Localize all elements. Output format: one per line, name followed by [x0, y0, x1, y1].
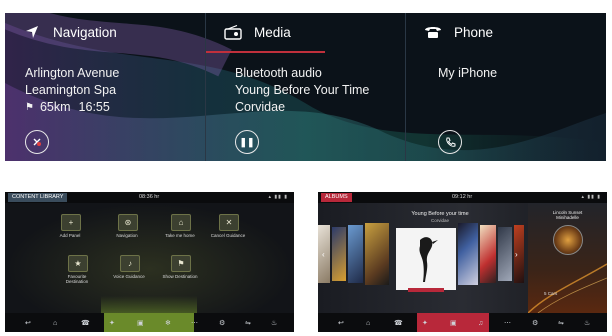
- pause-button[interactable]: ❚❚: [235, 130, 259, 154]
- nav-eta: 16:55: [78, 100, 110, 114]
- take-me-home-tile[interactable]: ⌂: [171, 214, 191, 231]
- phone-icon[interactable]: ☎: [81, 319, 90, 327]
- cancel-route-button[interactable]: [25, 130, 49, 154]
- phone-device: My iPhone: [438, 66, 498, 80]
- phone-icon: [422, 23, 444, 41]
- music-icon[interactable]: ♫: [478, 320, 483, 327]
- side-subtitle: Minihadelle: [556, 215, 579, 220]
- media-artist: Corvidae: [235, 100, 286, 114]
- seat-heat-icon[interactable]: ♨: [584, 319, 590, 327]
- favourite-destination-tile[interactable]: ★: [68, 255, 88, 272]
- albums-screen: ALBUMS 09:12 hr ▴ ▮▮ ▮ Young Before your…: [318, 192, 607, 332]
- side-info: 5 Cars: [544, 291, 558, 296]
- fan-icon[interactable]: ⇋: [558, 319, 564, 327]
- home-icon[interactable]: ⌂: [366, 320, 370, 327]
- bird-artwork: [419, 237, 438, 282]
- call-button[interactable]: [438, 130, 462, 154]
- tile-label: Cancel Guidance: [210, 233, 246, 238]
- bottom-nav-bar: ↩ ⌂ ☎ ✦ ▣ ♫ ⋯ ⚙ ⇋ ♨: [318, 313, 607, 332]
- tile-label: Voice Guidance: [113, 274, 145, 279]
- navigation-title: Navigation: [53, 24, 117, 40]
- bottom-nav-bar: ↩ ⌂ ☎ ✦ ▣ ❄ ⋯ ⚙ ⇋ ♨: [5, 313, 294, 332]
- home-icon[interactable]: ⌂: [53, 320, 57, 327]
- media-progress-bar: [206, 51, 326, 53]
- fan-icon[interactable]: ⇋: [245, 319, 251, 327]
- tile-label: Navigation: [116, 233, 138, 238]
- home-screen: Navigation Arlington Avenue Leamington S…: [5, 13, 606, 161]
- more-icon[interactable]: ⋯: [504, 319, 511, 327]
- nav-city: Leamington Spa: [25, 83, 117, 97]
- side-title-block: Lincoln Sunset Minihadelle: [530, 210, 605, 220]
- road-artwork: [528, 263, 607, 313]
- media-panel[interactable]: Media Bluetooth audio Young Before Your …: [206, 13, 405, 161]
- clock: 09:12 hr: [452, 194, 473, 200]
- phone-panel[interactable]: Phone My iPhone: [406, 13, 606, 161]
- play-indicator: [408, 288, 444, 292]
- navigation-tile[interactable]: ⊛: [118, 214, 138, 231]
- phone-icon[interactable]: ☎: [394, 319, 403, 327]
- media-icon[interactable]: ▣: [137, 319, 144, 327]
- tile-label: Add Panel: [59, 233, 81, 238]
- phone-title: Phone: [454, 24, 494, 40]
- nav-street: Arlington Avenue: [25, 66, 120, 80]
- album-cover[interactable]: [348, 225, 363, 283]
- navigation-panel[interactable]: Navigation Arlington Avenue Leamington S…: [5, 13, 205, 161]
- album-cover[interactable]: [458, 223, 478, 285]
- next-icon[interactable]: ›: [515, 250, 518, 259]
- pause-icon: ❚❚: [239, 136, 255, 147]
- current-artist: Corvidae: [430, 218, 449, 223]
- status-bar: ALBUMS 09:12 hr ▴ ▮▮ ▮: [318, 192, 607, 203]
- album-cover[interactable]: [365, 223, 389, 285]
- back-icon[interactable]: ↩: [25, 319, 31, 327]
- add-panel-tile[interactable]: +: [61, 214, 81, 231]
- cancel-guidance-tile[interactable]: ✕: [219, 214, 239, 231]
- tile-label: Favourite Destination: [65, 274, 89, 284]
- settings-icon[interactable]: ⚙: [532, 319, 538, 327]
- media-source: Bluetooth audio: [235, 66, 322, 80]
- show-destination-tile[interactable]: ⚑: [171, 255, 191, 272]
- nav-distance: 65km: [39, 100, 71, 114]
- album-cover[interactable]: [480, 225, 496, 283]
- status-bar: CONTENT LIBRARY 08:36 hr ▴ ▮▮ ▮: [5, 192, 294, 203]
- tile-label: Take me home: [165, 233, 195, 238]
- back-icon[interactable]: ↩: [338, 319, 344, 327]
- navigation-icon[interactable]: ✦: [422, 319, 428, 327]
- cancel-route-icon: [33, 138, 41, 146]
- current-album-cover[interactable]: [396, 228, 456, 290]
- media-icon[interactable]: ▣: [450, 319, 457, 327]
- climate-icon[interactable]: ❄: [165, 319, 171, 327]
- more-icon[interactable]: ⋯: [191, 319, 198, 327]
- seat-heat-icon[interactable]: ♨: [271, 319, 277, 327]
- active-section-highlight: [104, 313, 194, 332]
- content-library-screen: CONTENT LIBRARY 08:36 hr ▴ ▮▮ ▮ + Add Pa…: [5, 192, 294, 332]
- albums-label: ALBUMS: [321, 193, 352, 202]
- clock: 08:36 hr: [139, 194, 160, 200]
- signal-icon: ▴ ▮▮ ▮: [268, 194, 288, 200]
- active-glow: [101, 296, 197, 313]
- voice-guidance-tile[interactable]: ♪: [120, 255, 140, 272]
- content-library-label: CONTENT LIBRARY: [8, 193, 68, 202]
- current-title: Young Before your time: [411, 211, 469, 217]
- media-title: Media: [254, 24, 291, 40]
- media-track: Young Before Your Time: [235, 83, 370, 97]
- artwork-thumbnail[interactable]: [553, 225, 583, 255]
- navigation-arrow-icon: [21, 23, 43, 41]
- tile-label: Show Destination: [162, 274, 198, 279]
- album-cover[interactable]: [332, 227, 346, 281]
- album-cover[interactable]: [498, 227, 512, 281]
- previous-icon[interactable]: ‹: [322, 250, 330, 260]
- navigation-icon[interactable]: ✦: [109, 319, 115, 327]
- radio-icon: [222, 23, 244, 41]
- signal-icon: ▴ ▮▮ ▮: [581, 194, 601, 200]
- settings-icon[interactable]: ⚙: [219, 319, 225, 327]
- flag-icon: ⚑: [25, 102, 34, 113]
- call-icon: [445, 137, 455, 147]
